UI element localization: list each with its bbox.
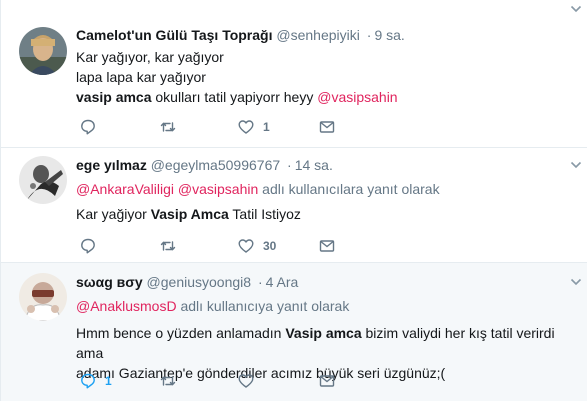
separator: · bbox=[257, 274, 263, 290]
tweet-text: Kar yağıyor, kar yağıyor lapa lapa kar y… bbox=[76, 47, 576, 107]
tweet[interactable]: ѕωαg вσу @geniusyoongi8 · 4 Ara @Anaklusm… bbox=[1, 263, 587, 401]
tweet-text-segment: Kar yağiyor bbox=[76, 206, 151, 222]
timestamp[interactable]: 4 Ara bbox=[266, 274, 299, 290]
direct-message-button[interactable] bbox=[319, 236, 335, 256]
user-handle[interactable]: @senhepiyiki bbox=[276, 27, 359, 43]
avatar[interactable] bbox=[19, 156, 67, 204]
reply-button[interactable] bbox=[80, 117, 105, 137]
tweet-header: Camelot'un Gülü Taşı Toprağı @senhepiyik… bbox=[76, 26, 576, 44]
user-name[interactable]: ege yılmaz bbox=[76, 157, 147, 173]
tweet-line: Hmm bence o yüzden anlamadın Vasip amca … bbox=[76, 323, 576, 363]
highlighted-term: vasip amca bbox=[76, 89, 152, 105]
retweet-icon bbox=[160, 238, 176, 254]
like-button[interactable]: 30 bbox=[238, 236, 276, 256]
like-button[interactable]: 1 bbox=[238, 117, 270, 137]
reply-context-text: adlı kullanıcılara yanıt olarak bbox=[258, 181, 440, 197]
like-icon bbox=[238, 373, 254, 389]
reply-icon bbox=[80, 373, 96, 389]
retweet-button[interactable] bbox=[160, 117, 185, 137]
chevron-down-icon[interactable] bbox=[570, 275, 582, 287]
reply-button[interactable]: 1 bbox=[80, 371, 112, 391]
reply-count: 1 bbox=[105, 374, 112, 388]
mention-link[interactable]: @vasipsahin bbox=[178, 181, 258, 197]
tweet-text-segment: Tatil Istiyoz bbox=[228, 206, 301, 222]
tweet-content: Camelot'un Gülü Taşı Toprağı @senhepiyik… bbox=[76, 26, 576, 107]
direct-message-button[interactable] bbox=[319, 117, 335, 137]
avatar[interactable] bbox=[19, 273, 67, 321]
mention-link[interactable]: @AnaklusmosD bbox=[76, 298, 177, 314]
tweet-line: lapa lapa kar yağıyor bbox=[76, 69, 206, 85]
direct-message-icon bbox=[319, 238, 335, 254]
highlighted-term: Vasip Amca bbox=[150, 206, 229, 222]
separator: · bbox=[366, 27, 372, 43]
reply-button[interactable] bbox=[80, 236, 105, 256]
tweet[interactable]: Camelot'un Gülü Taşı Toprağı @senhepiyik… bbox=[1, 0, 587, 148]
separator: · bbox=[287, 157, 292, 173]
user-handle[interactable]: @egeylma50996767 bbox=[151, 157, 280, 173]
tweet-header: ege yılmaz @egeylma50996767 · 14 sa. bbox=[76, 156, 576, 174]
reply-context: @AnkaraValiligi @vasipsahin adlı kullanı… bbox=[76, 179, 576, 199]
retweet-icon bbox=[160, 119, 176, 135]
tweet-text-segment: okulları tatil yapiyorr heyy bbox=[151, 89, 318, 105]
reply-icon bbox=[80, 119, 96, 135]
user-handle[interactable]: @geniusyoongi8 bbox=[147, 274, 252, 290]
retweet-button[interactable] bbox=[160, 371, 185, 391]
timestamp[interactable]: 9 sa. bbox=[374, 27, 404, 43]
user-name[interactable]: ѕωαg вσу bbox=[76, 274, 143, 290]
retweet-icon bbox=[160, 373, 176, 389]
reply-icon bbox=[80, 238, 96, 254]
mention-link[interactable]: @vasipsahin bbox=[317, 89, 397, 105]
like-icon bbox=[238, 119, 254, 135]
chevron-down-icon[interactable] bbox=[570, 158, 582, 170]
mention-link[interactable]: @AnkaraValiligi bbox=[76, 181, 174, 197]
reply-context-text: adlı kullanıcıya yanıt olarak bbox=[176, 298, 350, 314]
direct-message-button[interactable] bbox=[319, 371, 335, 391]
user-name[interactable]: Camelot'un Gülü Taşı Toprağı bbox=[76, 27, 273, 43]
highlighted-term: Vasip amca bbox=[285, 325, 362, 341]
reply-context: @AnaklusmosD adlı kullanıcıya yanıt olar… bbox=[76, 296, 576, 316]
tweet-content: ѕωαg вσу @geniusyoongi8 · 4 Ara @Anaklusm… bbox=[76, 273, 576, 383]
timestamp[interactable]: 14 sa. bbox=[295, 157, 333, 173]
tweet-line: vasip amca okulları tatil yapiyorr heyy … bbox=[76, 87, 576, 107]
tweet-line: Kar yağıyor, kar yağıyor bbox=[76, 49, 224, 65]
retweet-button[interactable] bbox=[160, 236, 185, 256]
like-button[interactable] bbox=[238, 371, 263, 391]
tweet-text: Kar yağiyor Vasip Amca Tatil Istiyoz bbox=[76, 204, 576, 224]
tweet[interactable]: ege yılmaz @egeylma50996767 · 14 sa. @Ank… bbox=[1, 148, 587, 263]
like-icon bbox=[238, 238, 254, 254]
direct-message-icon bbox=[319, 119, 335, 135]
like-count: 1 bbox=[263, 120, 270, 134]
like-count: 30 bbox=[263, 239, 277, 253]
chevron-down-icon[interactable] bbox=[570, 2, 582, 14]
tweet-content: ege yılmaz @egeylma50996767 · 14 sa. @Ank… bbox=[76, 156, 576, 224]
direct-message-icon bbox=[319, 373, 335, 389]
timeline: Camelot'un Gülü Taşı Toprağı @senhepiyik… bbox=[0, 0, 587, 401]
tweet-header: ѕωαg вσу @geniusyoongi8 · 4 Ara bbox=[76, 273, 576, 291]
avatar[interactable] bbox=[19, 27, 67, 75]
tweet-text-segment: Hmm bence o yüzden anlamadın bbox=[76, 325, 286, 341]
